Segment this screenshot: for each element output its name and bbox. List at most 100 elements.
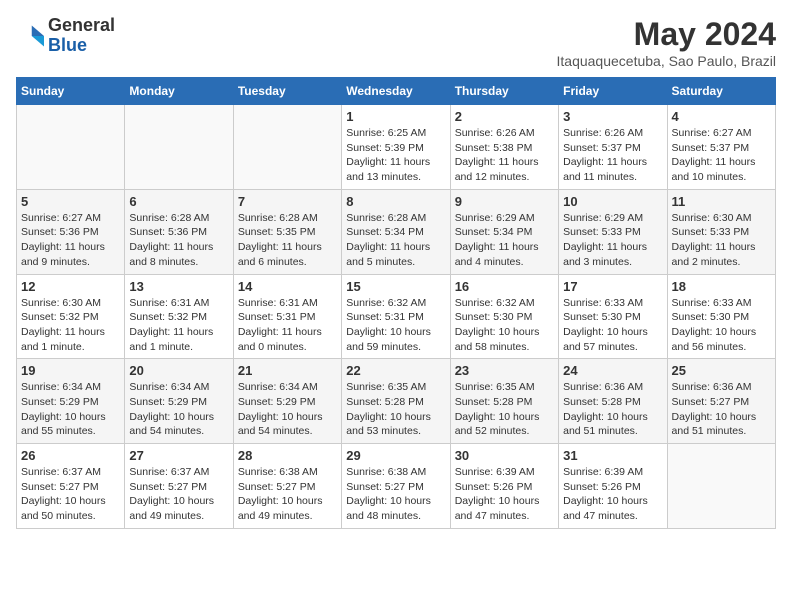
calendar-cell: 17Sunrise: 6:33 AM Sunset: 5:30 PM Dayli… [559, 274, 667, 359]
calendar-cell: 24 Sunrise: 6:36 AM Sunset: 5:28 PM Dayli… [559, 359, 667, 444]
day-info: Sunrise: 6:34 AM Sunset: 5:29 PM Dayligh… [21, 380, 120, 439]
calendar-cell: 11 Sunrise: 6:30 AM Sunset: 5:33 PM Dayli… [667, 189, 775, 274]
day-info: Sunrise: 6:38 AM Sunset: 5:27 PM Dayligh… [238, 465, 337, 524]
day-number: 4 [672, 109, 771, 124]
calendar-cell: 2Sunrise: 6:26 AM Sunset: 5:38 PM Daylig… [450, 105, 558, 190]
calendar-week-row: 12 Sunrise: 6:30 AM Sunset: 5:32 PM Dayli… [17, 274, 776, 359]
calendar-cell: 31 Sunrise: 6:39 AM Sunset: 5:26 PM Dayli… [559, 444, 667, 529]
calendar-header-wednesday: Wednesday [342, 78, 450, 105]
day-info: Sunrise: 6:36 AM Sunset: 5:28 PM Dayligh… [563, 380, 662, 439]
calendar-cell: 22 Sunrise: 6:35 AM Sunset: 5:28 PM Dayli… [342, 359, 450, 444]
day-info: Sunrise: 6:28 AM Sunset: 5:35 PM Dayligh… [238, 211, 337, 270]
day-number: 18 [672, 279, 771, 294]
calendar-cell: 6 Sunrise: 6:28 AM Sunset: 5:36 PM Daylig… [125, 189, 233, 274]
calendar-header-row: SundayMondayTuesdayWednesdayThursdayFrid… [17, 78, 776, 105]
calendar-cell: 10 Sunrise: 6:29 AM Sunset: 5:33 PM Dayli… [559, 189, 667, 274]
calendar-cell: 14 Sunrise: 6:31 AM Sunset: 5:31 PM Dayli… [233, 274, 341, 359]
day-info: Sunrise: 6:26 AM Sunset: 5:37 PM Dayligh… [563, 126, 662, 185]
calendar-table: SundayMondayTuesdayWednesdayThursdayFrid… [16, 77, 776, 529]
day-info: Sunrise: 6:37 AM Sunset: 5:27 PM Dayligh… [129, 465, 228, 524]
day-number: 11 [672, 194, 771, 209]
calendar-cell: 29Sunrise: 6:38 AM Sunset: 5:27 PM Dayli… [342, 444, 450, 529]
calendar-header-monday: Monday [125, 78, 233, 105]
calendar-header-sunday: Sunday [17, 78, 125, 105]
day-number: 14 [238, 279, 337, 294]
calendar-cell: 8Sunrise: 6:28 AM Sunset: 5:34 PM Daylig… [342, 189, 450, 274]
calendar-cell: 12 Sunrise: 6:30 AM Sunset: 5:32 PM Dayli… [17, 274, 125, 359]
day-number: 26 [21, 448, 120, 463]
calendar-cell: 30 Sunrise: 6:39 AM Sunset: 5:26 PM Dayli… [450, 444, 558, 529]
calendar-week-row: 26 Sunrise: 6:37 AM Sunset: 5:27 PM Dayli… [17, 444, 776, 529]
calendar-week-row: 1Sunrise: 6:25 AM Sunset: 5:39 PM Daylig… [17, 105, 776, 190]
calendar-cell: 27Sunrise: 6:37 AM Sunset: 5:27 PM Dayli… [125, 444, 233, 529]
day-number: 16 [455, 279, 554, 294]
day-number: 6 [129, 194, 228, 209]
calendar-header-friday: Friday [559, 78, 667, 105]
calendar-cell: 3Sunrise: 6:26 AM Sunset: 5:37 PM Daylig… [559, 105, 667, 190]
day-number: 10 [563, 194, 662, 209]
day-info: Sunrise: 6:34 AM Sunset: 5:29 PM Dayligh… [129, 380, 228, 439]
calendar-cell: 1Sunrise: 6:25 AM Sunset: 5:39 PM Daylig… [342, 105, 450, 190]
calendar-cell: 9 Sunrise: 6:29 AM Sunset: 5:34 PM Daylig… [450, 189, 558, 274]
calendar-cell: 7 Sunrise: 6:28 AM Sunset: 5:35 PM Daylig… [233, 189, 341, 274]
day-number: 22 [346, 363, 445, 378]
day-info: Sunrise: 6:28 AM Sunset: 5:36 PM Dayligh… [129, 211, 228, 270]
calendar-week-row: 5 Sunrise: 6:27 AM Sunset: 5:36 PM Daylig… [17, 189, 776, 274]
calendar-cell: 23 Sunrise: 6:35 AM Sunset: 5:28 PM Dayli… [450, 359, 558, 444]
day-number: 12 [21, 279, 120, 294]
calendar-cell [17, 105, 125, 190]
day-info: Sunrise: 6:32 AM Sunset: 5:30 PM Dayligh… [455, 296, 554, 355]
day-info: Sunrise: 6:32 AM Sunset: 5:31 PM Dayligh… [346, 296, 445, 355]
calendar-cell: 5 Sunrise: 6:27 AM Sunset: 5:36 PM Daylig… [17, 189, 125, 274]
location-subtitle: Itaquaquecetuba, Sao Paulo, Brazil [557, 53, 777, 69]
day-number: 24 [563, 363, 662, 378]
day-number: 21 [238, 363, 337, 378]
day-number: 5 [21, 194, 120, 209]
logo-blue: Blue [48, 36, 115, 56]
day-info: Sunrise: 6:35 AM Sunset: 5:28 PM Dayligh… [346, 380, 445, 439]
day-info: Sunrise: 6:34 AM Sunset: 5:29 PM Dayligh… [238, 380, 337, 439]
day-number: 28 [238, 448, 337, 463]
title-block: May 2024 Itaquaquecetuba, Sao Paulo, Bra… [557, 16, 777, 69]
day-info: Sunrise: 6:31 AM Sunset: 5:31 PM Dayligh… [238, 296, 337, 355]
day-info: Sunrise: 6:39 AM Sunset: 5:26 PM Dayligh… [455, 465, 554, 524]
day-info: Sunrise: 6:30 AM Sunset: 5:32 PM Dayligh… [21, 296, 120, 355]
logo-text: General Blue [48, 16, 115, 56]
day-info: Sunrise: 6:29 AM Sunset: 5:34 PM Dayligh… [455, 211, 554, 270]
calendar-week-row: 19 Sunrise: 6:34 AM Sunset: 5:29 PM Dayli… [17, 359, 776, 444]
day-number: 25 [672, 363, 771, 378]
day-info: Sunrise: 6:37 AM Sunset: 5:27 PM Dayligh… [21, 465, 120, 524]
calendar-cell: 19 Sunrise: 6:34 AM Sunset: 5:29 PM Dayli… [17, 359, 125, 444]
day-number: 19 [21, 363, 120, 378]
day-number: 7 [238, 194, 337, 209]
day-info: Sunrise: 6:27 AM Sunset: 5:36 PM Dayligh… [21, 211, 120, 270]
day-number: 2 [455, 109, 554, 124]
day-number: 13 [129, 279, 228, 294]
day-number: 29 [346, 448, 445, 463]
day-number: 20 [129, 363, 228, 378]
day-number: 31 [563, 448, 662, 463]
day-info: Sunrise: 6:35 AM Sunset: 5:28 PM Dayligh… [455, 380, 554, 439]
calendar-cell: 13Sunrise: 6:31 AM Sunset: 5:32 PM Dayli… [125, 274, 233, 359]
day-number: 30 [455, 448, 554, 463]
calendar-cell: 20 Sunrise: 6:34 AM Sunset: 5:29 PM Dayli… [125, 359, 233, 444]
calendar-cell: 16 Sunrise: 6:32 AM Sunset: 5:30 PM Dayli… [450, 274, 558, 359]
day-number: 23 [455, 363, 554, 378]
day-info: Sunrise: 6:33 AM Sunset: 5:30 PM Dayligh… [672, 296, 771, 355]
day-info: Sunrise: 6:30 AM Sunset: 5:33 PM Dayligh… [672, 211, 771, 270]
day-info: Sunrise: 6:36 AM Sunset: 5:27 PM Dayligh… [672, 380, 771, 439]
calendar-cell: 28 Sunrise: 6:38 AM Sunset: 5:27 PM Dayli… [233, 444, 341, 529]
day-info: Sunrise: 6:39 AM Sunset: 5:26 PM Dayligh… [563, 465, 662, 524]
page-header: General Blue May 2024 Itaquaquecetuba, S… [16, 16, 776, 69]
calendar-cell [667, 444, 775, 529]
calendar-cell [233, 105, 341, 190]
logo: General Blue [16, 16, 115, 56]
calendar-cell: 21 Sunrise: 6:34 AM Sunset: 5:29 PM Dayli… [233, 359, 341, 444]
calendar-cell: 25 Sunrise: 6:36 AM Sunset: 5:27 PM Dayli… [667, 359, 775, 444]
day-number: 17 [563, 279, 662, 294]
day-info: Sunrise: 6:29 AM Sunset: 5:33 PM Dayligh… [563, 211, 662, 270]
calendar-cell: 18 Sunrise: 6:33 AM Sunset: 5:30 PM Dayli… [667, 274, 775, 359]
day-number: 9 [455, 194, 554, 209]
calendar-header-saturday: Saturday [667, 78, 775, 105]
day-info: Sunrise: 6:25 AM Sunset: 5:39 PM Dayligh… [346, 126, 445, 185]
